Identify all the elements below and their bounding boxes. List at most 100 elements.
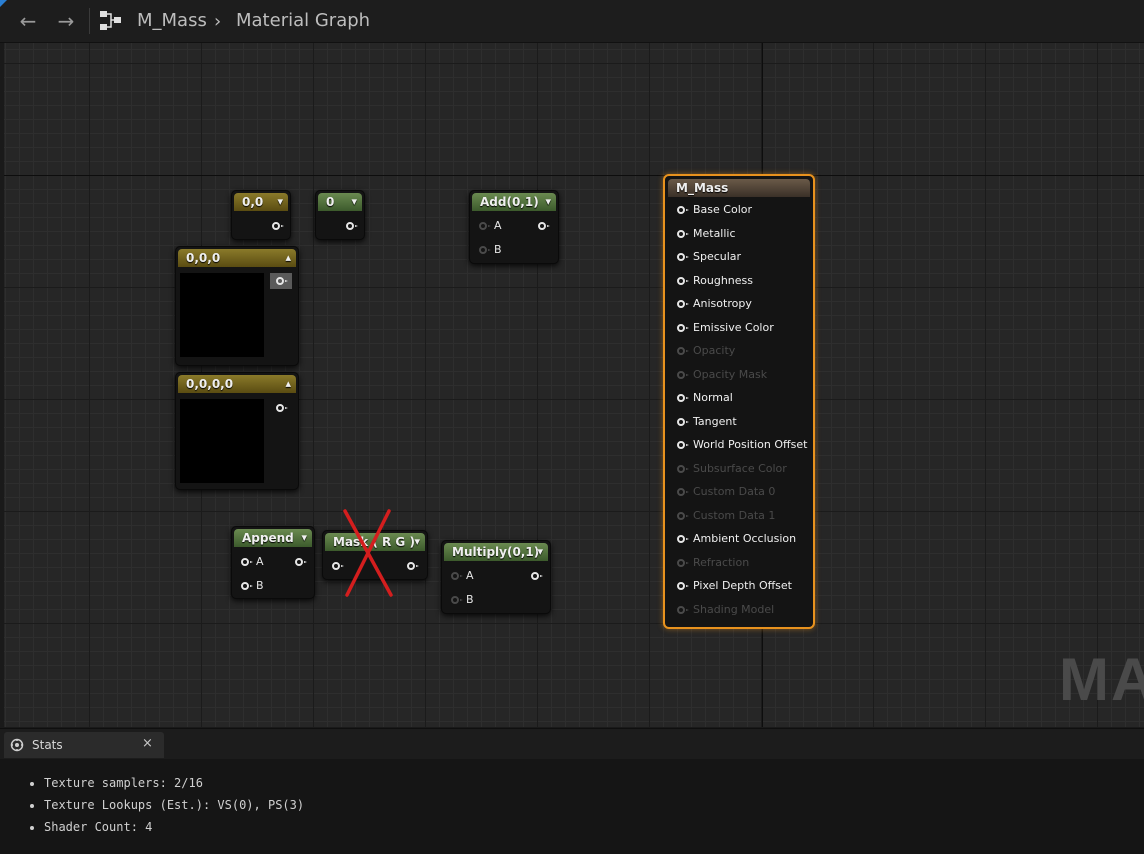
forward-arrow-icon[interactable]: → (52, 9, 80, 33)
input-pin[interactable] (677, 558, 689, 567)
node-title: 0,0,0 (186, 251, 221, 265)
chevron-down-icon[interactable]: ▾ (301, 529, 307, 547)
stats-icon (10, 738, 24, 752)
result-input-label: Opacity Mask (693, 367, 768, 381)
node-add[interactable]: Add(0,1) ▾ A B (469, 190, 559, 264)
input-pin[interactable] (677, 605, 689, 614)
chevron-up-icon[interactable]: ▴ (285, 375, 291, 393)
color-preview-swatch[interactable] (180, 273, 264, 357)
result-input-label: Specular (693, 250, 742, 263)
input-pin-a[interactable] (241, 558, 253, 566)
node-title: Multiply(0,1) (452, 545, 540, 559)
breadcrumb-asset[interactable]: M_Mass (137, 10, 207, 32)
graph-watermark: MAT (1059, 646, 1144, 713)
input-pin[interactable] (677, 441, 689, 449)
node-title: 0,0,0,0 (186, 377, 234, 391)
breadcrumb-graph: Material Graph (236, 10, 371, 31)
input-pin-a[interactable] (451, 572, 463, 580)
input-pin[interactable] (677, 488, 689, 496)
node-title: Append (242, 531, 294, 545)
output-pin[interactable] (531, 572, 543, 580)
node-header[interactable]: Append ▾ (234, 529, 312, 547)
stats-line: Texture samplers: 2/16 (44, 772, 304, 794)
stats-body: Texture samplers: 2/16 Texture Lookups (… (0, 759, 1144, 854)
result-input-label: Custom Data 0 (693, 485, 776, 498)
output-pin[interactable] (272, 222, 284, 230)
input-pin[interactable] (677, 464, 689, 473)
output-pin[interactable] (295, 558, 307, 566)
input-pin[interactable] (677, 229, 689, 238)
node-multiply[interactable]: Multiply(0,1) ▾ A B (441, 540, 551, 614)
input-pin[interactable] (677, 417, 689, 426)
color-preview-swatch[interactable] (180, 399, 264, 483)
input-pin-b[interactable] (479, 246, 491, 254)
back-arrow-icon[interactable]: ← (14, 9, 42, 33)
input-pin-a[interactable] (479, 222, 491, 230)
pin-label-a: A (256, 555, 264, 568)
node-header[interactable]: Add(0,1) ▾ (472, 193, 556, 211)
input-pin[interactable] (677, 300, 689, 308)
result-input-label: Custom Data 1 (693, 508, 776, 522)
input-pin[interactable] (677, 394, 689, 402)
result-input-label: Base Color (693, 203, 753, 216)
chevron-up-icon[interactable]: ▴ (285, 249, 291, 267)
output-pin[interactable] (538, 222, 550, 230)
chevron-down-icon[interactable]: ▾ (414, 533, 420, 551)
node-header[interactable]: Multiply(0,1) ▾ (444, 543, 548, 561)
breadcrumb-separator-icon: › (214, 11, 222, 32)
output-pin[interactable] (346, 222, 358, 230)
chevron-down-icon[interactable]: ▾ (277, 193, 283, 211)
chevron-down-icon[interactable]: ▾ (351, 193, 357, 211)
output-pin[interactable] (276, 277, 288, 285)
stats-line: Texture Lookups (Est.): VS(0), PS(3) (44, 794, 304, 816)
result-input-label: Refraction (693, 555, 750, 569)
node-constant4vector[interactable]: 0,0,0,0 ▴ (175, 372, 299, 490)
error-cross-icon (343, 509, 393, 597)
input-pin[interactable] (677, 253, 689, 261)
node-constant2vector[interactable]: 0,0 ▾ (231, 190, 291, 240)
input-pin-b[interactable] (241, 582, 253, 590)
node-append[interactable]: Append ▾ A B (231, 526, 315, 599)
input-pin[interactable] (677, 323, 689, 332)
input-pin[interactable] (677, 206, 689, 214)
close-icon[interactable]: × (142, 736, 153, 751)
output-pin[interactable] (276, 404, 288, 412)
toolbar-divider (89, 8, 90, 34)
input-pin[interactable] (677, 582, 689, 590)
result-input-label: Pixel Depth Offset (693, 579, 792, 592)
output-pin[interactable] (407, 562, 419, 570)
input-pin[interactable] (332, 562, 344, 570)
result-input-label: Ambient Occlusion (693, 532, 797, 545)
node-title: 0,0 (242, 195, 264, 209)
result-node-title: M_Mass (676, 181, 729, 195)
tab-corner-marker (0, 0, 7, 7)
pin-label-a: A (466, 569, 474, 582)
result-node-header[interactable]: M_Mass (668, 179, 810, 197)
node-header[interactable]: 0 ▾ (318, 193, 362, 211)
graph-origin-axis-horizontal (4, 175, 1144, 176)
node-header[interactable]: 0,0 ▾ (234, 193, 288, 211)
editor-toolbar: ← → M_Mass › Material Graph (0, 0, 1144, 43)
input-pin[interactable] (677, 535, 689, 543)
input-pin[interactable] (677, 511, 689, 520)
node-header[interactable]: 0,0,0,0 ▴ (178, 375, 296, 393)
chevron-down-icon[interactable]: ▾ (545, 193, 551, 211)
chevron-down-icon[interactable]: ▾ (537, 543, 543, 561)
result-input-label: Tangent (693, 414, 737, 428)
stats-tab-label: Stats (32, 738, 63, 752)
stats-tab[interactable]: Stats × (4, 732, 164, 758)
input-pin[interactable] (677, 276, 689, 285)
result-input-label: Subsurface Color (693, 461, 787, 475)
node-title: 0 (326, 195, 335, 209)
stats-panel: Stats × Texture samplers: 2/16 Texture L… (0, 728, 1144, 854)
input-pin[interactable] (677, 370, 689, 379)
material-graph-canvas[interactable]: MAT 0,0 ▾ 0 ▾ Add(0,1) ▾ A B 0,0,0 ▴ (4, 43, 1144, 727)
material-result-node[interactable]: M_Mass Base Color Metallic Specular Roughne… (663, 174, 815, 629)
node-constant3vector[interactable]: 0,0,0 ▴ (175, 246, 299, 366)
node-header[interactable]: 0,0,0 ▴ (178, 249, 296, 267)
node-constant[interactable]: 0 ▾ (315, 190, 365, 240)
input-pin-b[interactable] (451, 596, 463, 604)
material-graph-icon[interactable] (99, 10, 123, 32)
input-pin[interactable] (677, 347, 689, 355)
result-input-label: Normal (693, 391, 733, 404)
